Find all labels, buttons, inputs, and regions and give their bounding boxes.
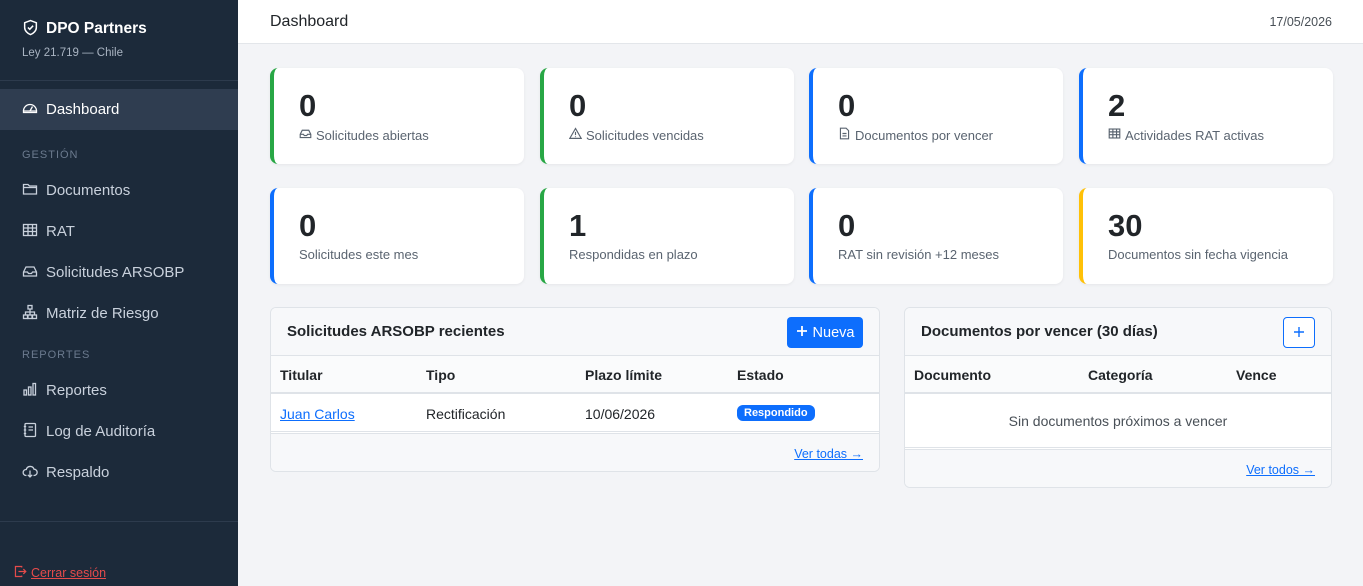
journal-icon <box>22 422 38 442</box>
topbar: Dashboard 17/05/2026 <box>238 0 1363 44</box>
stat-label: Solicitudes vencidas <box>586 127 704 143</box>
stat-value: 30 <box>1108 208 1143 243</box>
stat-value: 0 <box>838 208 856 243</box>
stat-label: Solicitudes este mes <box>299 247 419 262</box>
new-request-button[interactable]: Nueva <box>787 317 863 348</box>
stat-card-rat-sin-revision: 0 RAT sin revisión +12 meses <box>809 188 1063 284</box>
table-icon <box>22 222 38 242</box>
warning-icon <box>568 127 583 143</box>
new-request-label: Nueva <box>812 324 855 341</box>
brand-title: DPO Partners <box>46 20 147 37</box>
diagram-icon <box>22 304 38 324</box>
sidebar-item-reportes[interactable]: Reportes <box>0 370 238 411</box>
sidebar-item-solicitudes[interactable]: Solicitudes ARSOBP <box>0 252 238 293</box>
stat-value: 0 <box>299 88 317 123</box>
panel-header: Documentos por vencer (30 días) <box>905 308 1331 356</box>
sidebar-item-log[interactable]: Log de Auditoría <box>0 411 238 452</box>
stat-label: Actividades RAT activas <box>1125 127 1264 143</box>
column-header: Categoría <box>1088 367 1153 383</box>
sidebar-item-label: Documentos <box>46 182 131 199</box>
sidebar-item-label: Dashboard <box>46 101 120 118</box>
titular-link[interactable]: Juan Carlos <box>280 406 355 422</box>
sidebar-item-label: Respaldo <box>46 464 110 481</box>
sidebar-item-documentos[interactable]: Documentos <box>0 170 238 211</box>
current-date: 17/05/2026 <box>1269 15 1332 29</box>
stat-card-solicitudes-mes: 0 Solicitudes este mes <box>270 188 524 284</box>
table-row: Juan Carlos Rectificación 10/06/2026 Res… <box>271 394 879 432</box>
inbox-icon <box>299 127 312 143</box>
stat-card-solicitudes-vencidas: 0 Solicitudes vencidas <box>540 68 794 164</box>
column-header: Plazo límite <box>585 367 663 383</box>
cloud-download-icon <box>22 463 38 483</box>
stat-value: 0 <box>299 208 317 243</box>
gauge-icon <box>22 100 38 120</box>
logout-link[interactable]: Cerrar sesión <box>14 565 106 581</box>
column-header: Vence <box>1236 367 1277 383</box>
table-header: Titular Tipo Plazo límite Estado <box>271 356 879 394</box>
sidebar-item-respaldo[interactable]: Respaldo <box>0 452 238 493</box>
panel-title: Solicitudes ARSOBP recientes <box>287 323 505 340</box>
column-header: Tipo <box>426 367 456 383</box>
nav-section-reportes: REPORTES <box>22 349 91 361</box>
plus-icon <box>1293 325 1305 341</box>
column-header: Titular <box>280 367 323 383</box>
nav-section-gestion: GESTIÓN <box>22 149 79 161</box>
sidebar: DPO Partners Ley 21.719 — Chile Dashboar… <box>0 0 238 586</box>
empty-state: Sin documentos próximos a vencer <box>905 394 1331 448</box>
stat-card-solicitudes-abiertas: 0 Solicitudes abiertas <box>270 68 524 164</box>
bar-chart-icon <box>22 381 38 401</box>
stat-card-respondidas-plazo: 1 Respondidas en plazo <box>540 188 794 284</box>
see-all-documents-link[interactable]: Ver todos → <box>1246 463 1315 477</box>
stat-label: Respondidas en plazo <box>569 247 698 262</box>
inbox-icon <box>22 263 38 283</box>
requests-panel: Solicitudes ARSOBP recientes Nueva Titul… <box>270 307 880 472</box>
see-all-requests-link[interactable]: Ver todas → <box>794 447 863 461</box>
add-document-button[interactable] <box>1283 317 1315 348</box>
column-header: Documento <box>914 367 991 383</box>
panel-footer: Ver todos → <box>905 449 1331 487</box>
tipo-cell: Rectificación <box>426 406 506 422</box>
page-title: Dashboard <box>270 13 349 30</box>
folder-icon <box>22 181 38 201</box>
stat-value: 1 <box>569 208 587 243</box>
sidebar-item-label: Log de Auditoría <box>46 423 156 440</box>
column-header: Estado <box>737 367 784 383</box>
stat-card-actividades-rat: 2 Actividades RAT activas <box>1079 68 1333 164</box>
stat-value: 0 <box>838 88 856 123</box>
sidebar-divider <box>0 521 238 522</box>
panel-header: Solicitudes ARSOBP recientes Nueva <box>271 308 879 356</box>
sidebar-item-label: Solicitudes ARSOBP <box>46 264 185 281</box>
stat-label: Documentos por vencer <box>855 127 994 143</box>
stat-card-documentos-por-vencer: 0 Documentos por vencer <box>809 68 1063 164</box>
sidebar-item-label: Reportes <box>46 382 107 399</box>
sidebar-item-label: Matriz de Riesgo <box>46 305 159 322</box>
shield-icon <box>22 19 39 39</box>
stat-value: 0 <box>569 88 587 123</box>
logout-icon <box>14 565 27 581</box>
status-badge: Respondido <box>737 405 815 421</box>
documents-panel: Documentos por vencer (30 días) Document… <box>904 307 1332 488</box>
sidebar-item-rat[interactable]: RAT <box>0 211 238 252</box>
table-icon <box>1108 127 1121 143</box>
stat-card-documentos-sin-vigencia: 30 Documentos sin fecha vigencia <box>1079 188 1333 284</box>
plazo-cell: 10/06/2026 <box>585 406 656 422</box>
stat-label: RAT sin revisión +12 meses <box>838 247 1000 262</box>
stat-value: 2 <box>1108 88 1126 123</box>
sidebar-item-dashboard[interactable]: Dashboard <box>0 89 238 130</box>
panel-footer: Ver todas → <box>271 433 879 471</box>
sidebar-nav: Dashboard GESTIÓN Documentos RAT Solicit… <box>0 89 238 493</box>
plus-icon <box>796 325 808 341</box>
logout-label: Cerrar sesión <box>31 566 107 580</box>
sidebar-item-label: RAT <box>46 223 75 240</box>
brand: DPO Partners Ley 21.719 — Chile <box>0 0 238 81</box>
stat-label: Documentos sin fecha vigencia <box>1108 247 1288 262</box>
table-header: Documento Categoría Vence <box>905 356 1331 394</box>
file-icon <box>838 127 851 143</box>
panel-title: Documentos por vencer (30 días) <box>921 323 1158 340</box>
sidebar-item-matriz[interactable]: Matriz de Riesgo <box>0 293 238 334</box>
stat-label: Solicitudes abiertas <box>316 127 429 143</box>
brand-subtitle: Ley 21.719 — Chile <box>22 47 124 59</box>
